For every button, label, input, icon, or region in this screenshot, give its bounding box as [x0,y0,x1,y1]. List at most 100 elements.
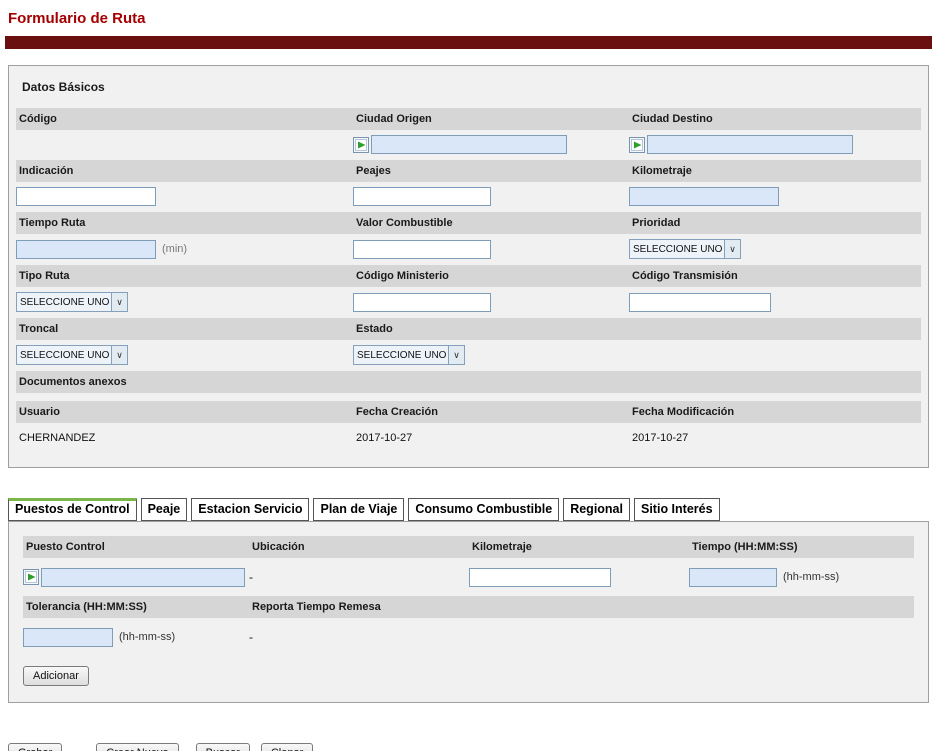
kilometraje-input[interactable] [629,187,779,206]
form-actions: Grabar Crear Nuevo Buscar Clonar [8,743,937,751]
tab-sitio-interes[interactable]: Sitio Interés [634,498,720,521]
ciudad-origen-label: Ciudad Origen [353,108,629,130]
tipo-ruta-label: Tipo Ruta [16,265,353,287]
indicacion-input[interactable] [16,187,156,206]
tab-puestos-de-control[interactable]: Puestos de Control [8,498,137,521]
prioridad-select[interactable]: SELECCIONE UNO ∨ [629,239,741,259]
kilometraje-pc-cell [469,568,689,587]
tab-plan-de-viaje[interactable]: Plan de Viaje [313,498,404,521]
chevron-down-icon: ∨ [448,346,464,364]
fecha-modificacion-value: 2017-10-27 [629,432,921,444]
fecha-creacion-label: Fecha Creación [353,401,629,423]
kilometraje-cell [629,187,921,206]
codigo-label: Código [16,108,353,130]
indicacion-label: Indicación [16,160,353,182]
label-band: Usuario Fecha Creación Fecha Modificació… [16,401,921,423]
ciudad-origen-cell [353,135,629,154]
kilometraje-label: Kilometraje [629,160,921,182]
valor-combustible-input[interactable] [353,240,491,259]
input-row: (min) SELECCIONE UNO ∨ [16,234,921,265]
tolerancia-cell: (hh-mm-ss) [23,628,249,647]
kilometraje-pc-label: Kilometraje [469,536,689,558]
kilometraje-pc-input[interactable] [469,568,611,587]
peajes-input[interactable] [353,187,491,206]
troncal-label: Troncal [16,318,353,340]
hhmmss-hint: (hh-mm-ss) [783,571,839,583]
datos-basicos-legend: Datos Básicos [22,80,921,94]
valor-combustible-cell [353,240,629,259]
troncal-select[interactable]: SELECCIONE UNO ∨ [16,345,128,365]
input-row: SELECCIONE UNO ∨ [16,287,921,318]
prioridad-cell: SELECCIONE UNO ∨ [629,239,921,259]
ubicacion-value: - [249,570,469,584]
tolerancia-label: Tolerancia (HH:MM:SS) [23,596,249,618]
estado-label: Estado [353,318,629,340]
prioridad-label: Prioridad [629,212,921,234]
label-band: Código Ciudad Origen Ciudad Destino [16,108,921,130]
tipo-ruta-cell: SELECCIONE UNO ∨ [16,292,353,312]
ciudad-origen-input[interactable] [371,135,567,154]
label-band: Tiempo Ruta Valor Combustible Prioridad [16,212,921,234]
spacer [16,393,921,401]
ciudad-destino-input[interactable] [647,135,853,154]
empty-label [629,318,921,340]
troncal-cell: SELECCIONE UNO ∨ [16,345,353,365]
select-value: SELECCIONE UNO [17,297,111,308]
usuario-label: Usuario [16,401,353,423]
tipo-ruta-select[interactable]: SELECCIONE UNO ∨ [16,292,128,312]
empty-label [689,596,914,618]
puestos-de-control-panel: Puesto Control Ubicación Kilometraje Tie… [8,521,929,703]
input-row [16,182,921,212]
tab-consumo-combustible[interactable]: Consumo Combustible [408,498,559,521]
add-row: Adicionar [23,666,914,686]
estado-select[interactable]: SELECCIONE UNO ∨ [353,345,465,365]
select-value: SELECCIONE UNO [354,350,448,361]
codigo-ministerio-input[interactable] [353,293,491,312]
puesto-control-label: Puesto Control [23,536,249,558]
tab-regional[interactable]: Regional [563,498,630,521]
tiempo-ruta-cell: (min) [16,240,353,259]
input-row: - (hh-mm-ss) [23,558,914,596]
indicacion-cell [16,187,353,206]
reporta-tiempo-remesa-label: Reporta Tiempo Remesa [249,596,469,618]
adicionar-button[interactable]: Adicionar [23,666,89,686]
tab-estacion-servicio[interactable]: Estacion Servicio [191,498,309,521]
clonar-button[interactable]: Clonar [261,743,313,751]
ciudad-destino-label: Ciudad Destino [629,108,921,130]
title-divider-bar [5,36,932,49]
select-value: SELECCIONE UNO [630,244,724,255]
peajes-label: Peajes [353,160,629,182]
hhmmss-hint: (hh-mm-ss) [119,631,175,643]
tiempo-input[interactable] [689,568,777,587]
lookup-icon[interactable] [23,569,39,585]
codigo-transmision-input[interactable] [629,293,771,312]
input-row: (hh-mm-ss) - [23,618,914,656]
buscar-button[interactable]: Buscar [196,743,250,751]
fecha-modificacion-label: Fecha Modificación [629,401,921,423]
peajes-cell [353,187,629,206]
puesto-control-input[interactable] [41,568,245,587]
tiempo-ruta-input[interactable] [16,240,156,259]
chevron-down-icon: ∨ [724,240,740,258]
codigo-transmision-label: Código Transmisión [629,265,921,287]
codigo-ministerio-cell [353,293,629,312]
lookup-icon[interactable] [629,137,645,153]
fecha-creacion-value: 2017-10-27 [353,432,629,444]
label-band: Troncal Estado [16,318,921,340]
crear-nuevo-button[interactable]: Crear Nuevo [96,743,178,751]
input-row: SELECCIONE UNO ∨ SELECCIONE UNO ∨ [16,340,921,371]
tiempo-cell: (hh-mm-ss) [689,568,914,587]
datos-basicos-panel: Datos Básicos Código Ciudad Origen Ciuda… [8,65,929,468]
tab-peaje[interactable]: Peaje [141,498,188,521]
ciudad-destino-cell [629,135,921,154]
grabar-button[interactable]: Grabar [8,743,62,751]
documentos-anexos-band: Documentos anexos [16,371,921,393]
select-value: SELECCIONE UNO [17,350,111,361]
valor-combustible-label: Valor Combustible [353,212,629,234]
usuario-value: CHERNANDEZ [16,432,353,444]
tolerancia-input[interactable] [23,628,113,647]
label-band: Indicación Peajes Kilometraje [16,160,921,182]
reporta-tiempo-remesa-value: - [249,630,469,644]
lookup-icon[interactable] [353,137,369,153]
values-row: CHERNANDEZ 2017-10-27 2017-10-27 [16,423,921,453]
